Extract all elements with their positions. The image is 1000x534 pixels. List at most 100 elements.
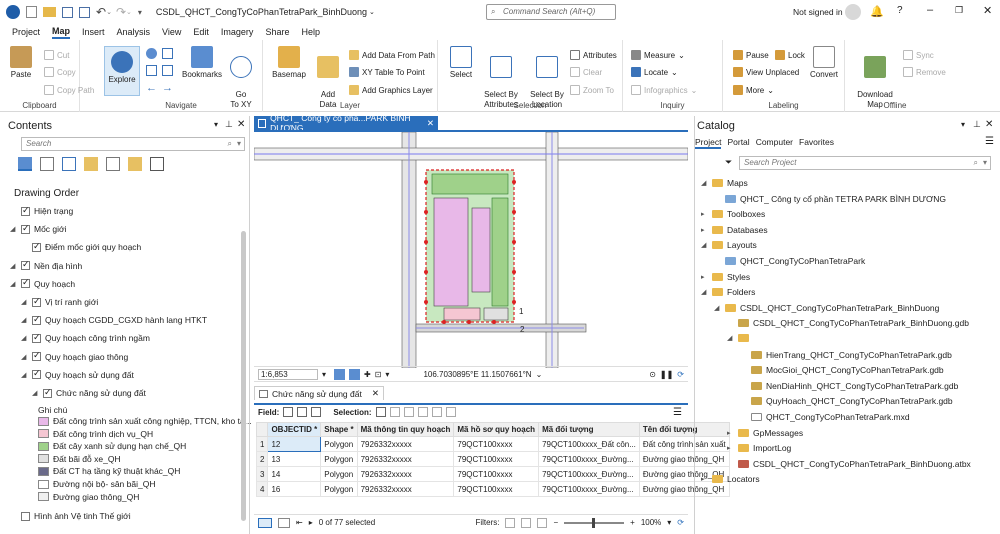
table-cell[interactable]: 79QCT100xxxx	[453, 451, 540, 467]
layer-item[interactable]: ◢ Quy hoạch	[10, 277, 75, 289]
layer-item[interactable]: ◢ Nền địa hình	[10, 259, 82, 271]
customize-qat-icon[interactable]: ▾	[138, 8, 142, 17]
zoom-to-selection-button[interactable]: Zoom To	[570, 85, 614, 95]
basemap-button[interactable]: Basemap	[271, 46, 307, 80]
zoom-in-icon[interactable]: +	[630, 518, 635, 527]
table-row[interactable]: 3 14 Polygon 7926332xxxxx 79QCT100xxxx 79QCT1…	[255, 466, 730, 482]
catalog-item[interactable]: ◢ Folders	[701, 287, 755, 297]
scale-dropdown-icon[interactable]: ▾	[322, 370, 326, 379]
list-by-editing-icon[interactable]	[84, 157, 98, 171]
clear-selection-icon[interactable]	[417, 407, 428, 417]
table-menu-icon[interactable]: ☰	[673, 407, 682, 418]
expand-arrow-icon[interactable]: ◢	[10, 225, 17, 233]
expand-arrow-icon[interactable]: ◢	[21, 371, 28, 379]
add-graphics-layer-button[interactable]: Add Graphics Layer	[349, 85, 433, 95]
menu-tab-analysis[interactable]: Analysis	[117, 27, 151, 37]
layer-visibility-checkbox[interactable]	[21, 223, 30, 234]
table-zoom-thumb[interactable]	[592, 517, 596, 528]
convert-button[interactable]: Convert	[807, 46, 841, 80]
locate-button[interactable]: Locate ⌄	[631, 67, 678, 77]
filter-extent-icon[interactable]	[505, 517, 516, 528]
catalog-item[interactable]: ▸ Databases	[701, 225, 768, 235]
delete-selected-icon[interactable]	[431, 407, 442, 417]
catalog-tab-favorites[interactable]: Favorites	[799, 137, 834, 149]
expand-arrow-icon[interactable]: ◢	[10, 280, 17, 288]
calculate-field-icon[interactable]	[297, 407, 308, 417]
catalog-item[interactable]: ▸ Styles	[701, 272, 750, 282]
table-cell[interactable]: 79QCT100xxxx	[453, 436, 540, 452]
filter-selection-icon[interactable]	[521, 517, 532, 528]
table-refresh-icon[interactable]: ⟳	[677, 518, 684, 527]
attributes-button[interactable]: Attributes	[570, 50, 617, 60]
catalog-item[interactable]: ▸ Toolboxes	[701, 209, 765, 219]
table-cell[interactable]: 12	[267, 436, 322, 452]
table-tab-close-icon[interactable]: ✕	[372, 388, 379, 399]
table-cell[interactable]: 79QCT100xxxx_Đường...	[538, 481, 640, 497]
catalog-tab-portal[interactable]: Portal	[727, 137, 749, 149]
menu-tab-view[interactable]: View	[162, 27, 181, 37]
redo-dropdown-icon[interactable]: ⌄	[126, 8, 132, 16]
undo-icon[interactable]: ↶	[96, 5, 106, 19]
catalog-search-input[interactable]: Search Project ⌕ ▾	[739, 156, 991, 170]
catalog-options-icon[interactable]: ▾	[961, 120, 965, 129]
pause-labels-button[interactable]: Pause	[733, 50, 769, 60]
map-canvas[interactable]: 1 2	[253, 130, 689, 369]
catalog-item[interactable]: CSDL_QHCT_CongTyCoPhanTetraPark_BinhDuon…	[727, 318, 969, 328]
map-crosshair-icon[interactable]: ✚	[364, 370, 371, 379]
fixed-zoom-in-icon[interactable]	[162, 48, 173, 59]
menu-tab-help[interactable]: Help	[301, 27, 320, 37]
layer-item[interactable]: Hiện trạng	[10, 205, 73, 216]
explore-button[interactable]: Explore	[104, 46, 140, 96]
list-by-snapping-icon[interactable]	[106, 157, 120, 171]
layer-visibility-checkbox[interactable]	[21, 277, 30, 289]
table-cell[interactable]: 14	[267, 466, 322, 482]
catalog-item[interactable]: QuyHoach_QHCT_CongTyCoPhanTetraPark.gdb	[740, 396, 953, 406]
title-dropdown-icon[interactable]: ⌄	[369, 8, 375, 16]
layer-visibility-checkbox[interactable]	[32, 350, 41, 362]
menu-tab-imagery[interactable]: Imagery	[221, 27, 254, 37]
catalog-item[interactable]: ◢ Maps	[701, 178, 748, 188]
catalog-item[interactable]: ◢ CSDL_QHCT_CongTyCoPhanTetraPark_BinhDuo…	[714, 303, 939, 313]
contents-pin-icon[interactable]: ⊥	[225, 119, 233, 130]
zoom-dropdown-icon[interactable]: ▾	[667, 518, 671, 527]
layer-item[interactable]: ◢ Quy hoạch CGDD_CGXD hành lang HTKT	[21, 314, 207, 326]
table-cell[interactable]: Polygon	[320, 451, 358, 467]
menu-tab-edit[interactable]: Edit	[193, 27, 209, 37]
list-by-data-source-icon[interactable]	[40, 157, 54, 171]
command-search-input[interactable]: ⌕ Command Search (Alt+Q)	[486, 4, 616, 20]
layer-satellite[interactable]: Hình ảnh Vệ tinh Thế giới	[21, 511, 131, 521]
expand-arrow-icon[interactable]: ▸	[701, 226, 708, 234]
column-header[interactable]: Mã hồ sơ quy hoạch	[453, 422, 540, 437]
paste-button[interactable]: Paste	[8, 46, 34, 80]
catalog-filter-icon[interactable]: ⏷	[725, 157, 732, 168]
remove-button[interactable]: Remove	[903, 67, 946, 77]
first-record-icon[interactable]: ⇤	[296, 518, 303, 527]
column-header[interactable]: OBJECTID *	[267, 422, 322, 437]
contents-search-input[interactable]: Search ⌕ ▾	[21, 137, 245, 151]
expand-arrow-icon[interactable]: ◢	[21, 316, 28, 324]
catalog-item[interactable]: ▸ Locators	[701, 474, 760, 484]
redo-icon[interactable]: ↷	[116, 5, 126, 19]
layer-item[interactable]: ◢ Vị trí ranh giới	[21, 296, 98, 308]
table-list-icon[interactable]	[278, 517, 290, 528]
clear-selection-button[interactable]: Clear	[570, 67, 602, 77]
user-avatar-icon[interactable]	[845, 4, 861, 20]
catalog-menu-icon[interactable]: ☰	[985, 136, 994, 147]
add-data-from-path-button[interactable]: Add Data From Path	[349, 50, 435, 60]
previous-extent-icon[interactable]: ←	[146, 82, 157, 94]
table-cell[interactable]: 79QCT100xxxx	[453, 481, 540, 497]
list-by-perspective-icon[interactable]	[150, 157, 164, 171]
catalog-close-icon[interactable]: ✕	[985, 119, 993, 130]
row-number[interactable]: 1	[255, 436, 269, 452]
minimize-icon[interactable]: –	[927, 4, 933, 16]
next-extent-icon[interactable]: →	[162, 82, 173, 94]
measure-button[interactable]: Measure ⌄	[631, 50, 685, 60]
view-unplaced-button[interactable]: View Unplaced	[733, 67, 799, 77]
catalog-item[interactable]: QHCT_CongTyCoPhanTetraPark	[714, 256, 865, 266]
notifications-icon[interactable]: 🔔	[870, 5, 884, 18]
layer-visibility-checkbox[interactable]	[32, 241, 41, 252]
list-by-drawing-order-icon[interactable]	[18, 157, 32, 171]
restore-icon[interactable]: ❐	[955, 5, 963, 16]
bookmarks-button[interactable]: Bookmarks	[182, 46, 222, 80]
switch-selection-icon[interactable]	[403, 407, 414, 417]
